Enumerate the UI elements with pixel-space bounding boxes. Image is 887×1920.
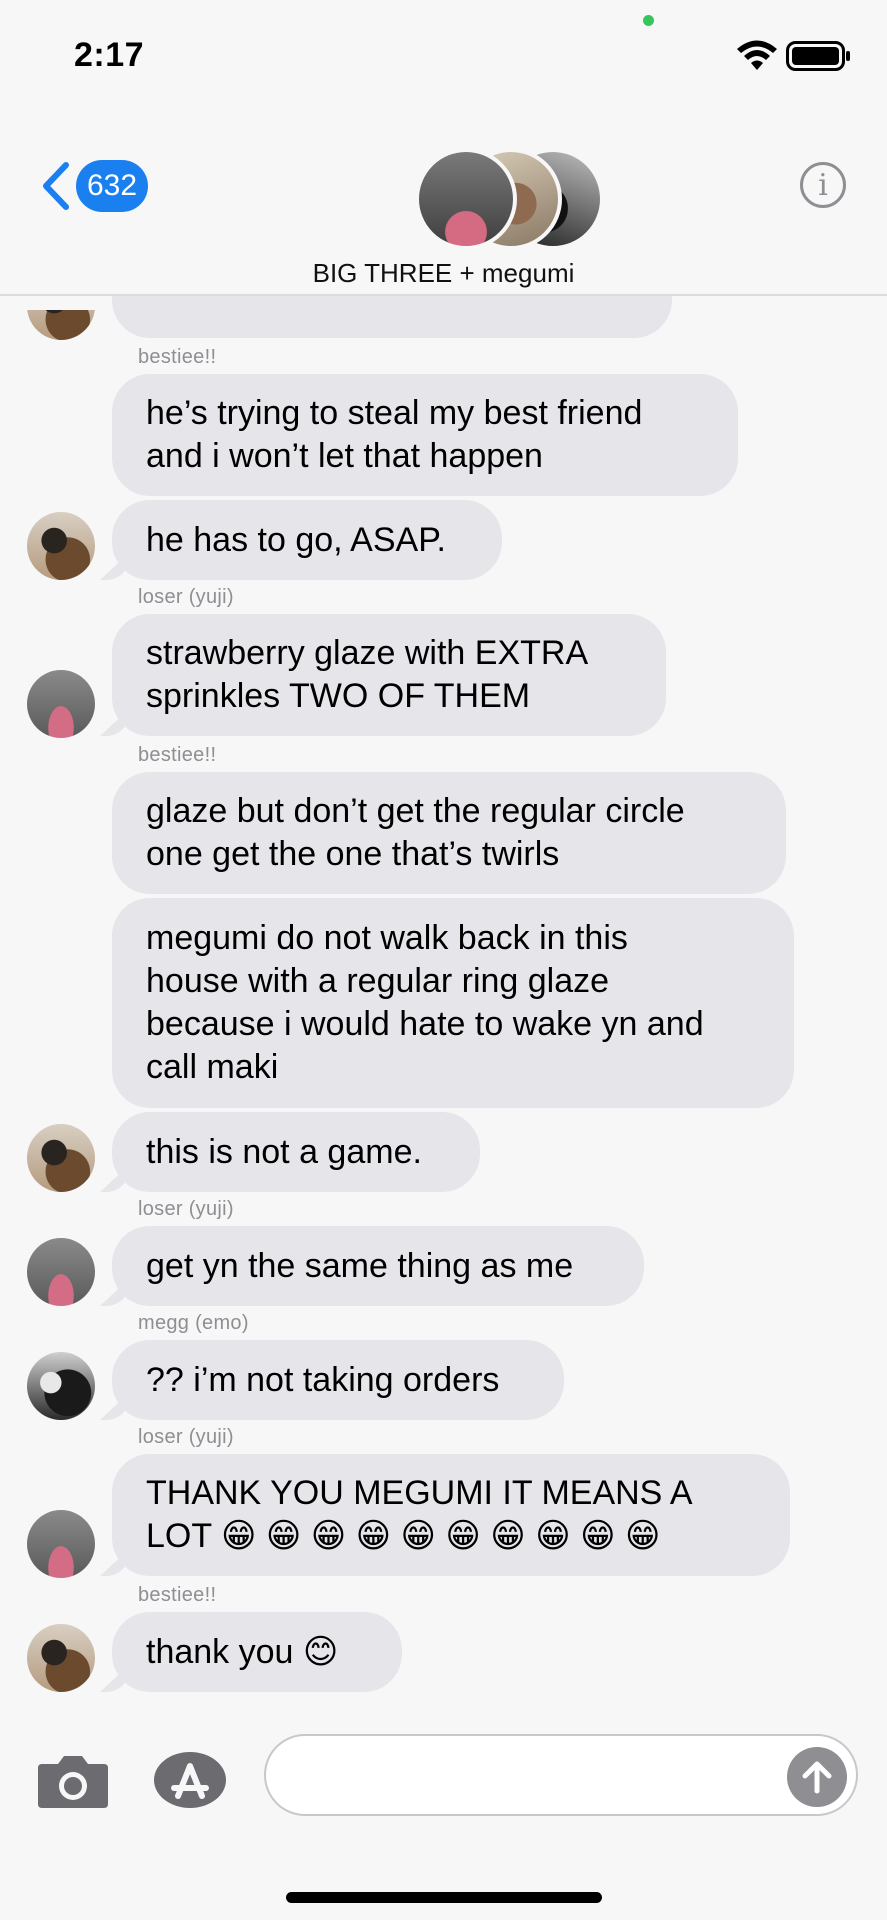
sender-name: bestiee!! <box>138 1584 217 1606</box>
avatar[interactable] <box>27 1510 95 1578</box>
message-bubble[interactable]: this is not a game. <box>112 1112 480 1192</box>
sender-name: megg (emo) <box>138 1312 249 1334</box>
sender-name: loser (yuji) <box>138 1426 234 1448</box>
wifi-icon <box>737 40 777 70</box>
message-bubble[interactable]: he has to go, ASAP. <box>112 500 502 580</box>
group-avatars[interactable] <box>415 148 604 250</box>
send-button[interactable] <box>787 1747 847 1807</box>
app-store-icon[interactable] <box>152 1750 232 1810</box>
avatar[interactable] <box>27 512 95 580</box>
message-bubble[interactable]: ?? i’m not taking orders <box>112 1340 564 1420</box>
conversation-title[interactable]: BIG THREE + megumi <box>0 258 887 289</box>
arrow-up-icon <box>802 1761 832 1794</box>
avatar[interactable] <box>27 1238 95 1306</box>
unread-count-badge: 632 <box>76 160 148 212</box>
sender-name: bestiee!! <box>138 346 217 368</box>
status-bar: 2:17 <box>0 0 887 110</box>
message-bubble[interactable]: get yn the same thing as me <box>112 1226 644 1306</box>
avatar[interactable] <box>27 1124 95 1192</box>
sender-name: bestiee!! <box>138 744 217 766</box>
avatar[interactable] <box>27 1352 95 1420</box>
message-input[interactable] <box>264 1734 858 1816</box>
message-bubble[interactable]: glaze but don’t get the regular circle o… <box>112 772 786 894</box>
message-bubble[interactable]: he’s trying to steal my best friend and … <box>112 374 738 496</box>
avatar[interactable] <box>27 670 95 738</box>
battery-icon <box>786 41 850 71</box>
camera-icon[interactable] <box>36 1750 110 1810</box>
info-icon: i <box>818 167 828 203</box>
info-button[interactable]: i <box>800 162 846 208</box>
compose-bar <box>0 1714 887 1920</box>
back-button[interactable]: 632 <box>40 160 148 212</box>
status-time: 2:17 <box>74 36 145 74</box>
group-avatar <box>415 148 517 250</box>
chevron-left-icon <box>43 162 69 210</box>
camera-in-use-indicator <box>643 15 654 26</box>
message-bubble[interactable]: THANK YOU MEGUMI IT MEANS A LOT 😁 😁 😁 😁 … <box>112 1454 790 1576</box>
avatar[interactable] <box>27 1624 95 1692</box>
sender-name: loser (yuji) <box>138 1198 234 1220</box>
message-bubble[interactable]: thank you 😊 <box>112 1612 402 1692</box>
message-bubble[interactable]: strawberry glaze with EXTRA sprinkles TW… <box>112 614 666 736</box>
conversation-header: 632 BIG THREE + megumi i <box>0 110 887 296</box>
message-bubble[interactable]: megumi do not walk back in this house wi… <box>112 898 794 1108</box>
home-indicator[interactable] <box>286 1892 602 1903</box>
sender-name: loser (yuji) <box>138 586 234 608</box>
